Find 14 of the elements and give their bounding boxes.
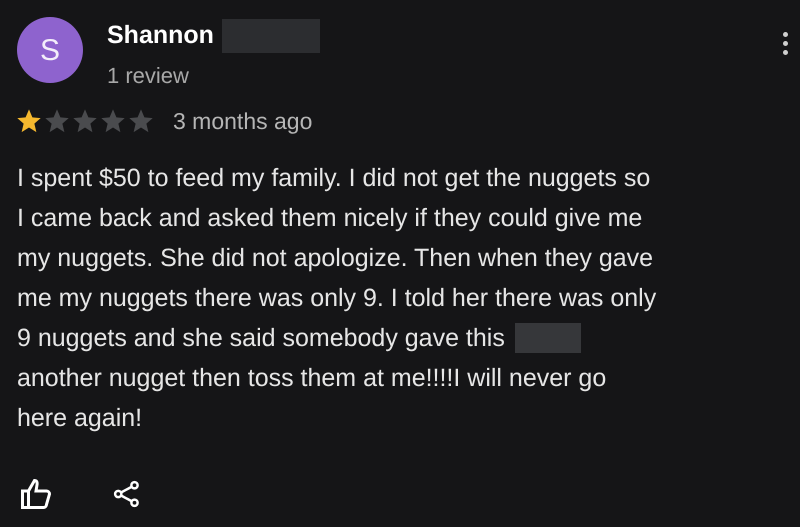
share-button[interactable]	[112, 479, 142, 509]
like-button[interactable]	[18, 476, 54, 512]
avatar: S	[17, 17, 83, 83]
review-text-line: I came back and asked them nicely if they could give me	[17, 203, 642, 234]
redacted-block	[514, 323, 581, 353]
review-count: 1 review	[107, 62, 190, 90]
review-text-line: my nuggets. She did not apologize. Then when they gave	[17, 243, 654, 274]
review-text-line: I spent $50 to feed my family. I did not get the nuggets so	[17, 163, 650, 194]
reviewer-name[interactable]: Shannon	[107, 17, 214, 54]
review-time: 3 months ago	[173, 106, 312, 136]
review-text-line: here again!	[17, 403, 142, 434]
review-text-line: 9 nuggets and she said somebody gave this	[17, 323, 505, 354]
review-text-line: another nugget then toss them at me!!!!I will never go	[17, 363, 606, 394]
review-text-line: me my nuggets there was only 9. I told her there was only	[17, 283, 656, 314]
